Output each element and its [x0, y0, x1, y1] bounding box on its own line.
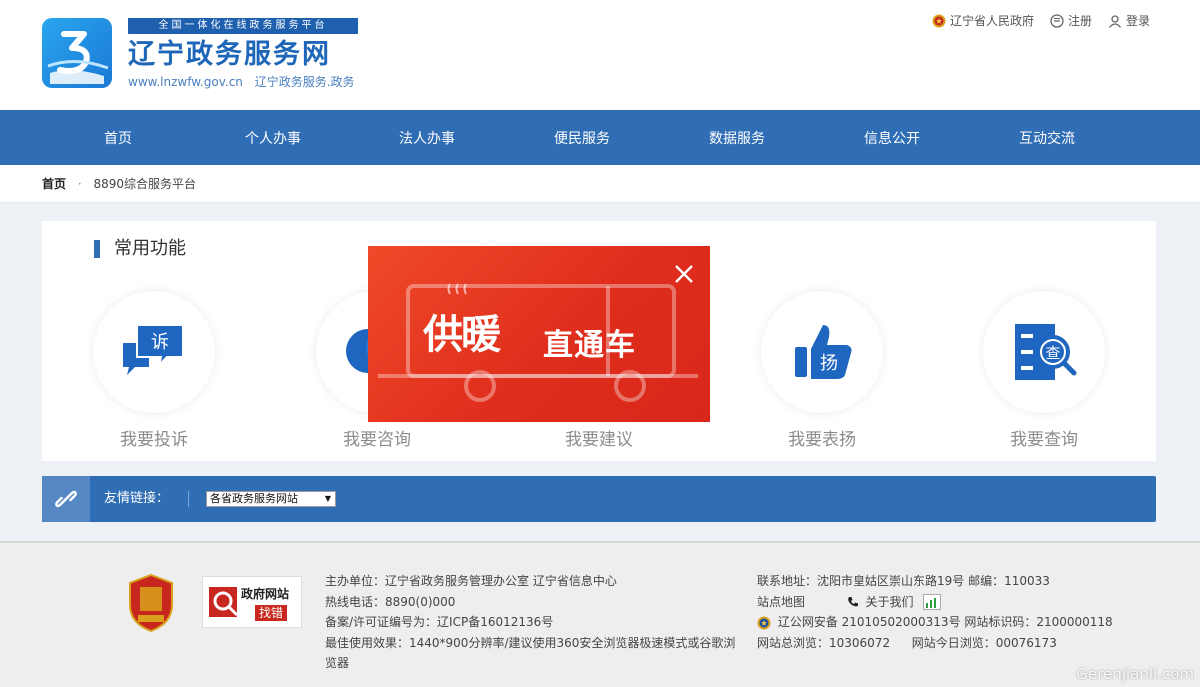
- cnzz-stats-icon[interactable]: [923, 594, 942, 610]
- heating-promo-popup[interactable]: 供暖 直通车: [368, 246, 710, 422]
- about-us-link[interactable]: 关于我们: [866, 595, 914, 609]
- praise-glyph: 扬: [820, 353, 838, 374]
- register-icon: [1050, 13, 1064, 28]
- user-icon: [1108, 14, 1121, 28]
- nav-item-interaction[interactable]: 互动交流: [1019, 110, 1075, 165]
- breadcrumb-home[interactable]: 首页: [42, 177, 66, 191]
- magnifier-icon: [209, 587, 239, 617]
- site-logo-icon[interactable]: [42, 18, 112, 88]
- report-title: 政府网站: [241, 587, 290, 601]
- site-footer: 政府网站 找错 主办单位：辽宁省政务服务管理办公室 辽宁省信息中心 热线电话：8…: [0, 541, 1200, 687]
- thumbs-up-icon: 扬: [795, 325, 852, 379]
- report-action: 找错: [255, 605, 288, 621]
- breadcrumb-current: 8890综合服务平台: [93, 177, 197, 191]
- footer-info-left: 主办单位：辽宁省政务服务管理办公室 辽宁省信息中心 热线电话：8890(0)00…: [325, 571, 745, 674]
- breadcrumb-separator: ·: [77, 177, 82, 191]
- province-sites-select-value: 各省政务服务网站: [210, 492, 298, 505]
- func-suggest-label: 我要建议: [565, 430, 633, 450]
- nav-item-convenience[interactable]: 便民服务: [554, 110, 610, 165]
- nav-item-data[interactable]: 数据服务: [709, 110, 765, 165]
- friend-links-label: 友情链接：: [104, 491, 170, 506]
- complaint-chat-icon: 诉: [123, 324, 184, 375]
- breadcrumb: 首页 · 8890综合服务平台: [0, 165, 1200, 203]
- footer-icp[interactable]: 备案/许可证编号为：辽ICP备16012136号: [325, 612, 745, 633]
- func-query-label: 我要查询: [1010, 430, 1078, 450]
- gov-link[interactable]: 辽宁省人民政府: [932, 12, 1034, 29]
- func-query[interactable]: 查 我要查询: [982, 291, 1106, 451]
- panel-title: 常用功能: [94, 237, 186, 261]
- gov-website-error-report[interactable]: 政府网站 找错: [202, 576, 302, 628]
- police-record[interactable]: 辽公网安备 21010502000313号 网站标识码：2100000118: [778, 615, 1113, 629]
- login-link[interactable]: 登录: [1108, 12, 1150, 29]
- national-emblem-icon: [932, 14, 946, 27]
- footer-hotline: 热线电话：8890(0)000: [325, 594, 456, 609]
- func-complaint[interactable]: 诉 我要投诉: [92, 291, 216, 451]
- footer-info-right: 联系地址：沈阳市皇姑区崇山东路19号 邮编：110033 站点地图 关于我们 辽…: [757, 571, 1177, 653]
- main-nav: 首页 个人办事 法人办事 便民服务 数据服务 信息公开 互动交流: [0, 110, 1200, 165]
- func-complaint-label: 我要投诉: [120, 430, 188, 450]
- footer-police-row: 辽公网安备 21010502000313号 网站标识码：2100000118: [757, 612, 1177, 633]
- site-url-text[interactable]: www.lnzwfw.gov.cn: [128, 75, 243, 89]
- nav-item-home[interactable]: 首页: [104, 110, 132, 165]
- query-search-icon: 查: [1015, 324, 1077, 380]
- footer-visits-row: 网站总浏览：10306072 网站今日浏览：00076173: [757, 633, 1177, 654]
- top-links: 辽宁省人民政府 注册 登录: [916, 12, 1150, 29]
- footer-nav-row: 站点地图 关于我们: [757, 592, 1177, 613]
- province-sites-select[interactable]: 各省政务服务网站 ▼: [206, 491, 336, 507]
- nav-item-legal-entity[interactable]: 法人办事: [399, 110, 455, 165]
- footer-sponsor: 主办单位：辽宁省政务服务管理办公室 辽宁省信息中心: [325, 574, 617, 588]
- func-praise-label: 我要表扬: [788, 430, 856, 450]
- query-glyph: 查: [1045, 344, 1060, 362]
- platform-slogan: 全国一体化在线政务服务平台: [128, 18, 358, 34]
- links-divider: [188, 491, 189, 507]
- login-label: 登录: [1125, 14, 1150, 28]
- register-link[interactable]: 注册: [1050, 12, 1092, 29]
- func-complaint-circle: 诉: [93, 291, 215, 413]
- phone-icon: [847, 597, 858, 607]
- police-emblem-icon: [757, 616, 771, 629]
- popup-title-heating: 供暖: [423, 312, 501, 358]
- close-icon[interactable]: [672, 262, 696, 286]
- nav-item-personal[interactable]: 个人办事: [245, 110, 301, 165]
- site-url-cn[interactable]: 辽宁政务服务.政务: [255, 75, 355, 89]
- sitemap-link[interactable]: 站点地图: [757, 595, 805, 609]
- popup-title-express: 直通车: [543, 328, 636, 363]
- func-praise[interactable]: 扬 我要表扬: [760, 291, 884, 451]
- visits-total: 网站总浏览：10306072: [757, 635, 891, 650]
- link-chain-icon: [42, 476, 90, 522]
- friend-links-bar: 友情链接： 各省政务服务网站 ▼: [42, 476, 1156, 522]
- site-header: 全国一体化在线政务服务平台 辽宁政务服务网 www.lnzwfw.gov.cn …: [0, 0, 1200, 110]
- visits-today: 网站今日浏览：00076173: [911, 635, 1057, 650]
- nav-item-info-disclosure[interactable]: 信息公开: [864, 110, 920, 165]
- complaint-glyph: 诉: [151, 332, 169, 353]
- party-gov-badge-icon[interactable]: [126, 573, 176, 633]
- gov-link-label: 辽宁省人民政府: [949, 14, 1034, 28]
- site-title: 辽宁政务服务网: [128, 39, 331, 70]
- chevron-down-icon: ▼: [324, 494, 331, 503]
- footer-best-view: 最佳使用效果：1440*900分辨率/建议使用360安全浏览器极速模式或谷歌浏览…: [325, 635, 736, 671]
- watermark: Gerenjianli.com: [1076, 665, 1194, 683]
- func-query-circle: 查: [983, 291, 1105, 413]
- site-url: www.lnzwfw.gov.cn 辽宁政务服务.政务: [128, 74, 363, 90]
- truck-icon: [378, 283, 698, 402]
- register-label: 注册: [1067, 14, 1092, 28]
- func-praise-circle: 扬: [761, 291, 883, 413]
- footer-address: 联系地址：沈阳市皇姑区崇山东路19号 邮编：110033: [757, 574, 1050, 588]
- func-consult-label: 我要咨询: [343, 430, 411, 450]
